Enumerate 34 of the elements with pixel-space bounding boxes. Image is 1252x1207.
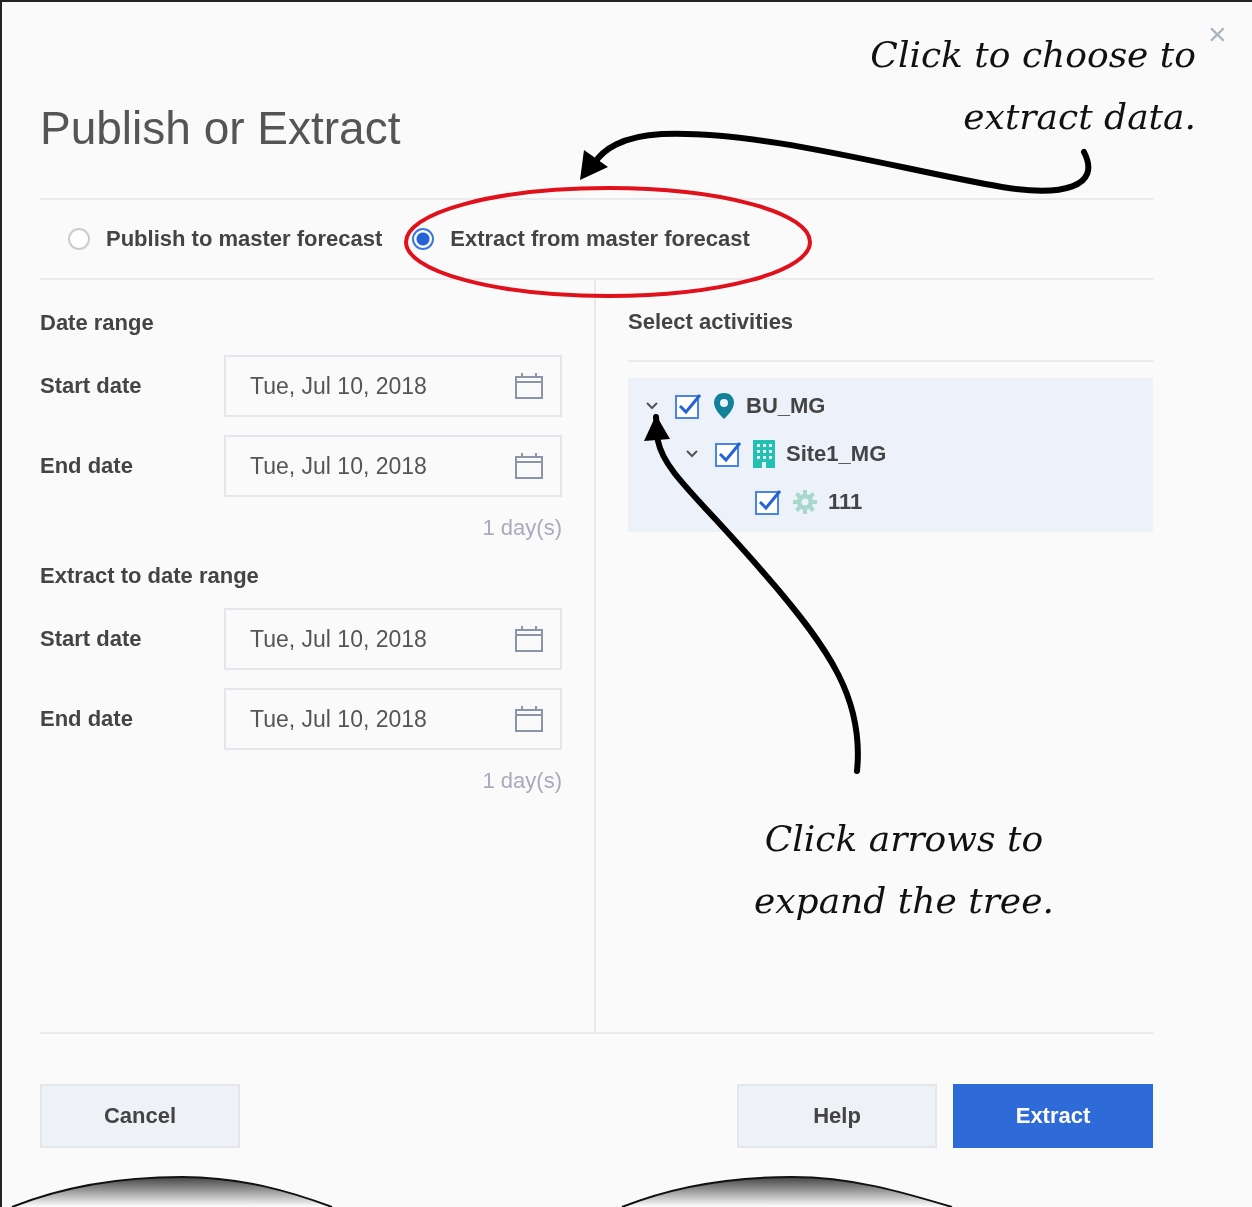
secondary-button[interactable]: Help [737,1084,937,1148]
checkbox[interactable] [674,392,702,420]
section-heading: Select activities [628,308,1153,362]
calendar-icon[interactable] [514,705,544,733]
field-label: Start date [40,373,143,399]
calendar-icon[interactable] [514,625,544,653]
date-field[interactable]: Tue, Jul 10, 2018 [224,435,562,497]
building-icon [752,439,776,469]
date-field[interactable]: Tue, Jul 10, 2018 [224,688,562,750]
section-heading: Date range [40,310,155,337]
duration-text: 1 day(s) [481,515,562,542]
date-field[interactable]: Tue, Jul 10, 2018 [224,608,562,670]
map-pin-icon [712,392,736,420]
duration-text: 1 day(s) [481,768,562,795]
calendar-icon[interactable] [514,452,544,480]
annotation-text: Click arrows to expand the tree. [754,817,1054,923]
section-heading: Extract to date range [40,563,260,590]
tree-item-label[interactable]: BU_MG [746,393,826,419]
radio-button[interactable] [68,228,90,250]
dialog-title: Publish or Extract [40,101,401,156]
calendar-icon[interactable] [514,372,544,400]
annotation-text: Click to choose to extract data. [870,33,1196,139]
gear-icon [792,489,818,515]
tree-item-label[interactable]: 111 [828,489,863,515]
primary-button[interactable]: Extract [953,1084,1153,1148]
field-label: End date [40,706,134,732]
checkbox[interactable] [754,488,782,516]
date-field[interactable]: Tue, Jul 10, 2018 [224,355,562,417]
checkbox[interactable] [714,440,742,468]
secondary-button[interactable]: Cancel [40,1084,240,1148]
field-label: End date [40,453,134,479]
tree-item-label[interactable]: Site1_MG [786,441,887,467]
radio-button[interactable] [412,228,435,250]
field-label: Start date [40,626,143,652]
